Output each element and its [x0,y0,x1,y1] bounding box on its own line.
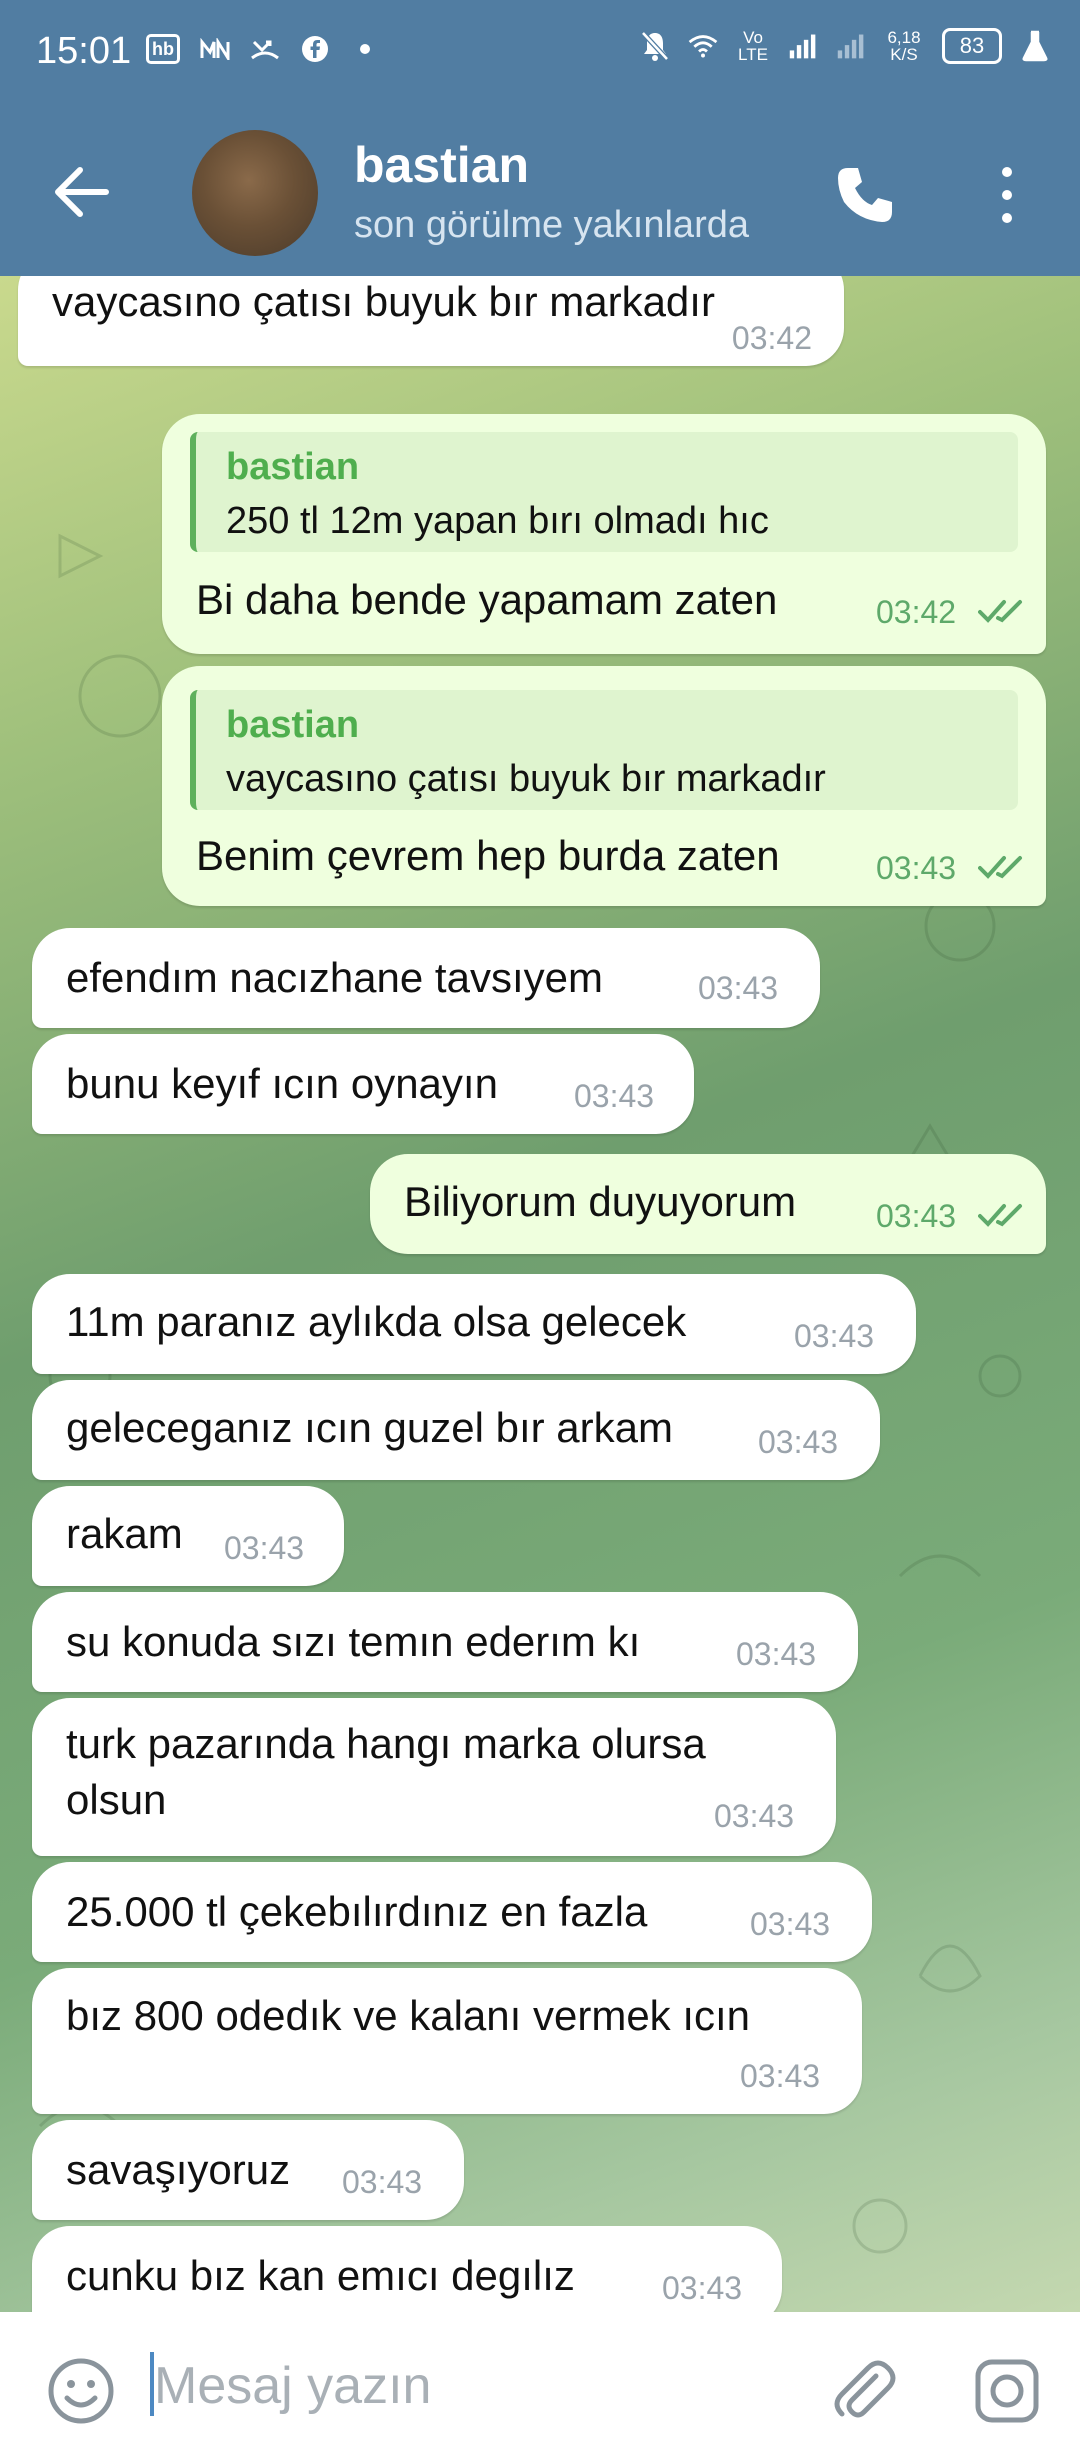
message-text: turk pazarında hangı marka olursa [66,1720,706,1767]
reply-author: bastian [226,446,360,488]
avatar[interactable] [192,130,318,256]
message-bubble-incoming[interactable]: turk pazarında hangı marka olursa olsun … [32,1698,836,1856]
message-time: 03:43 [662,2270,743,2306]
message-text: efendım nacızhane tavsıyem [66,954,603,1001]
arrow-left-icon [55,167,109,217]
message-input-bar [0,2312,1080,2460]
message-bubble-outgoing[interactable]: bastian 250 tl 12m yapan bırı olmadı hıc… [162,414,1046,654]
double-check-icon [978,600,1022,623]
message-input[interactable] [150,2350,794,2422]
hb-icon: hb [146,34,180,64]
message-text: vaycasıno çatısı buyuk bır markadır [52,278,715,325]
more-vertical-icon [1002,167,1012,223]
back-button[interactable] [50,164,116,220]
volte-indicator: Vo LTE [738,28,768,64]
message-bubble-incoming[interactable]: vaycasıno çatısı buyuk bır markadır 03:4… [18,276,844,366]
message-bubble-incoming[interactable]: savaşıyoruz 03:43 [32,2120,464,2220]
message-time: 03:43 [740,2058,821,2094]
message-text: bız 800 odedık ve kalanı vermek ıcın [66,1992,751,2039]
double-check-icon [978,856,1022,879]
message-text: rakam [66,1510,183,1557]
message-text: geleceganız ıcın guzel bır arkam [66,1404,673,1451]
dot-icon [350,34,380,64]
reply-author: bastian [226,704,360,746]
phone-icon [838,168,892,222]
message-text: savaşıyoruz [66,2146,291,2193]
message-bubble-incoming[interactable]: bız 800 odedık ve kalanı vermek ıcın 03:… [32,1968,862,2114]
double-check-icon [978,1204,1022,1227]
emoji-button[interactable] [46,2356,116,2426]
reply-text: vaycasıno çatısı buyuk bır markadır [226,758,826,800]
signal-2-icon [836,31,866,61]
message-text: Benim çevrem hep burda zaten [196,832,780,879]
message-time: 03:43 [876,850,957,886]
signal-icon [788,31,818,61]
message-text: cunku bız kan emıcı degılız [66,2252,575,2299]
contact-name[interactable]: bastian [354,136,529,194]
chat-header: bastian son görülme yakınlarda [0,108,1080,276]
message-bubble-incoming[interactable]: bunu keyıf ıcın oynayın 03:43 [32,1034,694,1134]
message-time: 03:43 [342,2164,423,2200]
message-text: 11m paranız aylıkda olsa gelecek [66,1298,687,1345]
attach-button[interactable] [828,2356,898,2426]
wifi-icon [688,31,718,61]
notification-icons: hb [146,34,380,64]
call-button[interactable] [830,160,900,230]
more-options-button[interactable] [990,162,1024,228]
message-bubble-incoming[interactable]: 25.000 tl çekebılırdınız en fazla 03:43 [32,1862,872,1962]
message-time: 03:43 [698,970,779,1006]
message-bubble-incoming[interactable]: cunku bız kan emıcı degılız 03:43 [32,2226,782,2312]
message-time: 03:43 [794,1318,875,1354]
message-bubble-incoming[interactable]: 11m paranız aylıkda olsa gelecek 03:43 [32,1274,916,1374]
message-time: 03:43 [876,1198,957,1234]
message-time: 03:43 [758,1424,839,1460]
message-text: Biliyorum duyuyorum [404,1178,797,1225]
message-text-line2: olsun [66,1776,167,1823]
smiley-icon [48,2358,114,2424]
message-bubble-outgoing[interactable]: Biliyorum duyuyorum 03:43 [370,1154,1046,1254]
status-bar: 15:01 hb Vo LTE 6,18 K/S 83 [0,0,1080,108]
message-time: 03:43 [224,1530,305,1566]
message-bubble-incoming[interactable]: geleceganız ıcın guzel bır arkam 03:43 [32,1380,880,1480]
reply-quote[interactable]: bastian 250 tl 12m yapan bırı olmadı hıc [190,432,1018,552]
message-text: 25.000 tl çekebılırdınız en fazla [66,1888,648,1935]
message-time: 03:42 [731,320,812,356]
message-text: bunu keyıf ıcın oynayın [66,1060,498,1107]
message-bubble-incoming[interactable]: su konuda sızı temın ederım kı 03:43 [32,1592,858,1692]
message-time: 03:43 [714,1798,795,1834]
network-app-icon [200,34,230,64]
contact-last-seen: son görülme yakınlarda [354,204,749,246]
message-time: 03:43 [750,1906,831,1942]
lab-flask-icon [1020,30,1050,62]
message-text: Bi daha bende yapamam zaten [196,576,778,623]
mute-icon [640,31,670,61]
paperclip-icon [834,2360,896,2418]
message-bubble-incoming[interactable]: rakam 03:43 [32,1486,344,1586]
camera-button[interactable] [972,2356,1042,2426]
missed-call-icon [250,34,280,64]
message-time: 03:42 [876,594,957,630]
camera-icon [975,2359,1039,2423]
system-icons: Vo LTE 6,18 K/S 83 [640,28,1050,64]
message-text: su konuda sızı temın ederım kı [66,1618,641,1665]
network-speed: 6,18 K/S [887,28,921,64]
message-bubble-outgoing[interactable]: bastian vaycasıno çatısı buyuk bır marka… [162,666,1046,906]
status-time: 15:01 [36,30,132,72]
message-time: 03:43 [574,1078,655,1114]
message-bubble-incoming[interactable]: efendım nacızhane tavsıyem 03:43 [32,928,820,1028]
chat-area[interactable]: vaycasıno çatısı buyuk bır markadır 03:4… [0,276,1080,2312]
facebook-icon [300,34,330,64]
reply-quote[interactable]: bastian vaycasıno çatısı buyuk bır marka… [190,690,1018,810]
battery-icon: 83 [942,28,1002,64]
message-time: 03:43 [736,1636,817,1672]
reply-text: 250 tl 12m yapan bırı olmadı hıc [226,500,769,542]
